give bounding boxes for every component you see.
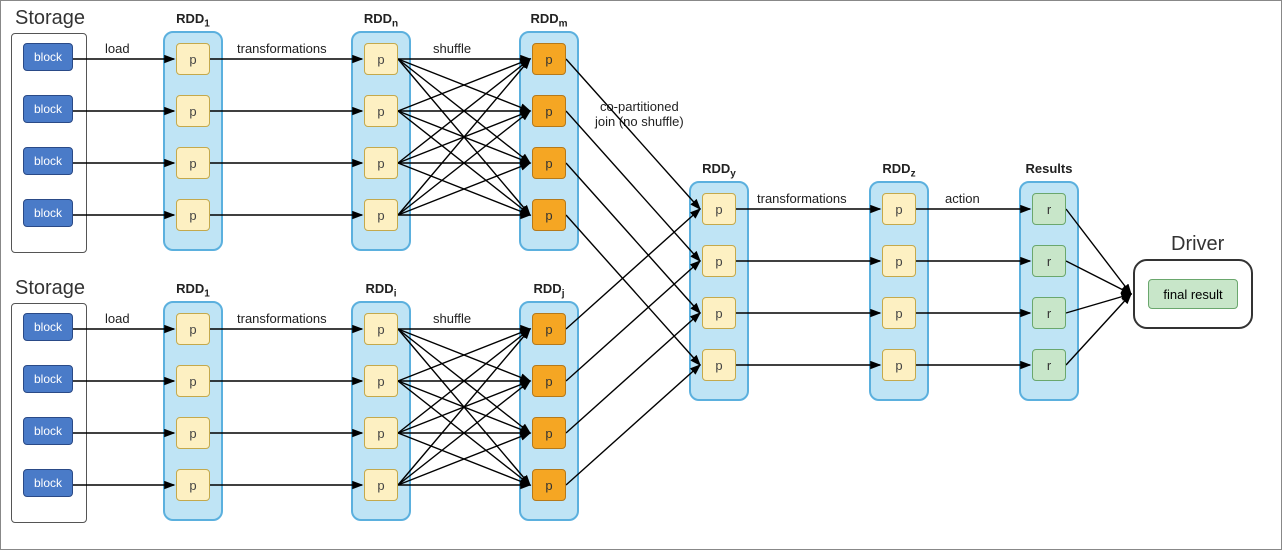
shuffle-label-bot: shuffle [433, 311, 471, 326]
transf-label-bot: transformations [237, 311, 327, 326]
storage-title-bot: Storage [15, 277, 85, 300]
rddy-p-1: p [702, 245, 736, 277]
rddn-p-3: p [364, 199, 398, 231]
driver-box: final result [1133, 259, 1253, 329]
rdd1-header-top: RDD1 [153, 11, 233, 30]
rddy-p-2: p [702, 297, 736, 329]
rddi-p-2: p [364, 417, 398, 449]
rddz-p-3: p [882, 349, 916, 381]
results-r-2: r [1032, 297, 1066, 329]
results-r-3: r [1032, 349, 1066, 381]
rddm-p-0: p [532, 43, 566, 75]
storage-bot-block-0: block [23, 313, 73, 341]
storage-bot-block-1: block [23, 365, 73, 393]
rdd1-bot-p-1: p [176, 365, 210, 397]
rddj-p-3: p [532, 469, 566, 501]
rdd1-bot-p-3: p [176, 469, 210, 501]
storage-title-top: Storage [15, 7, 85, 30]
rddn-header: RDDn [341, 11, 421, 30]
rdd1-bot-p-2: p [176, 417, 210, 449]
load-label-top: load [105, 41, 130, 56]
load-label-bot: load [105, 311, 130, 326]
shuffle-label-top: shuffle [433, 41, 471, 56]
rdd1-header-bot: RDD1 [153, 281, 233, 300]
rddj-p-0: p [532, 313, 566, 345]
storage-bot-block-2: block [23, 417, 73, 445]
rddm-p-2: p [532, 147, 566, 179]
rddm-p-3: p [532, 199, 566, 231]
rddz-p-2: p [882, 297, 916, 329]
transf-label-top: transformations [237, 41, 327, 56]
rddy-header: RDDy [679, 161, 759, 180]
rdd1-top-p-2: p [176, 147, 210, 179]
driver-title: Driver [1171, 233, 1224, 256]
rddj-header: RDDj [509, 281, 589, 300]
rddz-header: RDDz [859, 161, 939, 180]
rddi-p-1: p [364, 365, 398, 397]
join-label: co-partitioned join (no shuffle) [595, 99, 684, 129]
storage-bot-block-3: block [23, 469, 73, 497]
transf-label-tail: transformations [757, 191, 847, 206]
action-label: action [945, 191, 980, 206]
results-r-0: r [1032, 193, 1066, 225]
rddy-p-0: p [702, 193, 736, 225]
rddn-p-1: p [364, 95, 398, 127]
results-r-1: r [1032, 245, 1066, 277]
storage-top-block-0: block [23, 43, 73, 71]
rddj-p-2: p [532, 417, 566, 449]
rddm-header: RDDm [509, 11, 589, 30]
rddn-p-0: p [364, 43, 398, 75]
rddy-p-3: p [702, 349, 736, 381]
rdd1-top-p-3: p [176, 199, 210, 231]
final-result: final result [1148, 279, 1238, 309]
rddi-p-0: p [364, 313, 398, 345]
results-header: Results [1009, 161, 1089, 176]
rdd1-top-p-1: p [176, 95, 210, 127]
rddi-p-3: p [364, 469, 398, 501]
rdd1-bot-p-0: p [176, 313, 210, 345]
rddz-p-1: p [882, 245, 916, 277]
rddm-p-1: p [532, 95, 566, 127]
rddz-p-0: p [882, 193, 916, 225]
rdd1-top-p-0: p [176, 43, 210, 75]
storage-top-block-1: block [23, 95, 73, 123]
rddn-p-2: p [364, 147, 398, 179]
rddi-header: RDDi [341, 281, 421, 300]
storage-top-block-3: block [23, 199, 73, 227]
rddj-p-1: p [532, 365, 566, 397]
storage-top-block-2: block [23, 147, 73, 175]
